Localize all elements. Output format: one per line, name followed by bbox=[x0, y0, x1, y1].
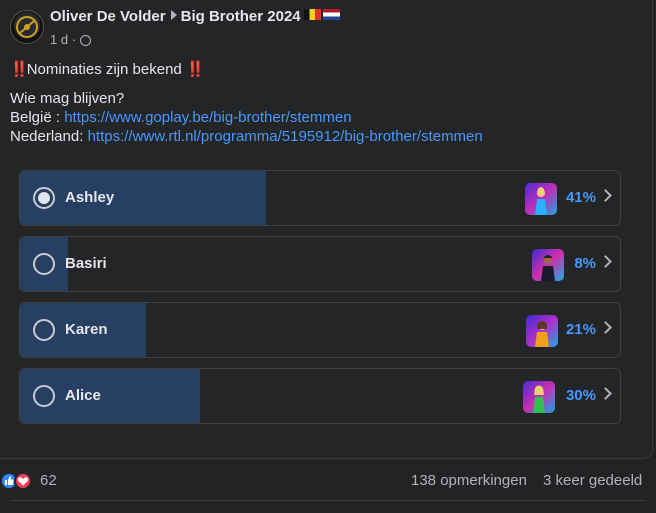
shares-count[interactable]: 3 keer gedeeld bbox=[543, 472, 642, 489]
radio-button[interactable] bbox=[33, 319, 55, 341]
double-exclamation-icon: ‼️ bbox=[10, 61, 29, 78]
belgium-label: België : bbox=[10, 109, 65, 126]
reactions[interactable] bbox=[0, 470, 36, 490]
double-exclamation-icon: ‼️ bbox=[185, 61, 205, 78]
radio-button[interactable] bbox=[33, 187, 55, 209]
vote-fill-bar bbox=[20, 171, 266, 225]
poll-option-alice[interactable]: Alice 30% bbox=[19, 368, 621, 424]
netherlands-line: Nederland: https://www.rtl.nl/programma/… bbox=[10, 127, 630, 146]
post-text: ‼️Nominaties zijn bekend ‼️ Wie mag blij… bbox=[10, 60, 630, 146]
header-title: Oliver De Volder Big Brother 2024 bbox=[50, 8, 340, 25]
arrow-right-icon bbox=[170, 10, 177, 20]
percent-label: 21% bbox=[565, 321, 596, 338]
question: Wie mag blijven? bbox=[10, 90, 125, 107]
netherlands-flag-icon bbox=[322, 9, 340, 20]
chevron-right-icon[interactable] bbox=[599, 255, 612, 268]
percent-label: 8% bbox=[574, 255, 596, 272]
radio-button[interactable] bbox=[33, 385, 55, 407]
contestant-thumbnail bbox=[526, 315, 558, 347]
belgium-flag-icon bbox=[303, 9, 321, 20]
avatar[interactable] bbox=[10, 10, 44, 44]
poll-option-ashley[interactable]: Ashley 41% bbox=[19, 170, 621, 226]
belgium-line: België : https://www.goplay.be/big-broth… bbox=[10, 108, 630, 127]
option-label: Karen bbox=[65, 321, 108, 338]
netherlands-label: Nederland: bbox=[10, 128, 88, 145]
option-label: Basiri bbox=[65, 255, 107, 272]
headline: Nominaties zijn bekend bbox=[26, 61, 182, 78]
author-name[interactable]: Oliver De Volder bbox=[50, 8, 166, 25]
reaction-count[interactable]: 62 bbox=[40, 472, 57, 489]
netherlands-link[interactable]: https://www.rtl.nl/programma/5195912/big… bbox=[88, 128, 483, 145]
percent-label: 41% bbox=[565, 189, 596, 206]
group-name[interactable]: Big Brother 2024 bbox=[181, 8, 301, 25]
contestant-thumbnail bbox=[523, 381, 555, 413]
radio-button[interactable] bbox=[33, 253, 55, 275]
contestant-thumbnail bbox=[532, 249, 564, 281]
post-time[interactable]: 1 d bbox=[50, 32, 68, 47]
headline-line: ‼️Nominaties zijn bekend ‼️ bbox=[10, 60, 630, 79]
divider bbox=[10, 500, 646, 501]
chevron-right-icon[interactable] bbox=[599, 321, 612, 334]
option-label: Ashley bbox=[65, 189, 115, 206]
post-card: Oliver De Volder Big Brother 2024 1 d · ‼… bbox=[0, 0, 653, 459]
meta-separator: · bbox=[71, 32, 77, 47]
comments-count[interactable]: 138 opmerkingen bbox=[411, 472, 527, 489]
poll-option-karen[interactable]: Karen 21% bbox=[19, 302, 621, 358]
post-footer: 62 138 opmerkingen 3 keer gedeeld bbox=[0, 468, 656, 492]
option-label: Alice bbox=[65, 387, 101, 404]
post-meta: 1 d · bbox=[50, 32, 92, 47]
chevron-right-icon[interactable] bbox=[599, 189, 612, 202]
poll-option-basiri[interactable]: Basiri 8% bbox=[19, 236, 621, 292]
contestant-thumbnail bbox=[525, 183, 557, 215]
globe-icon bbox=[80, 35, 92, 46]
heart-icon bbox=[14, 472, 32, 490]
belgium-link[interactable]: https://www.goplay.be/big-brother/stemme… bbox=[64, 109, 351, 126]
chevron-right-icon[interactable] bbox=[599, 387, 612, 400]
poll: Ashley 41% Basiri 8% Karen 21% Alice 30% bbox=[19, 170, 623, 434]
percent-label: 30% bbox=[565, 387, 596, 404]
